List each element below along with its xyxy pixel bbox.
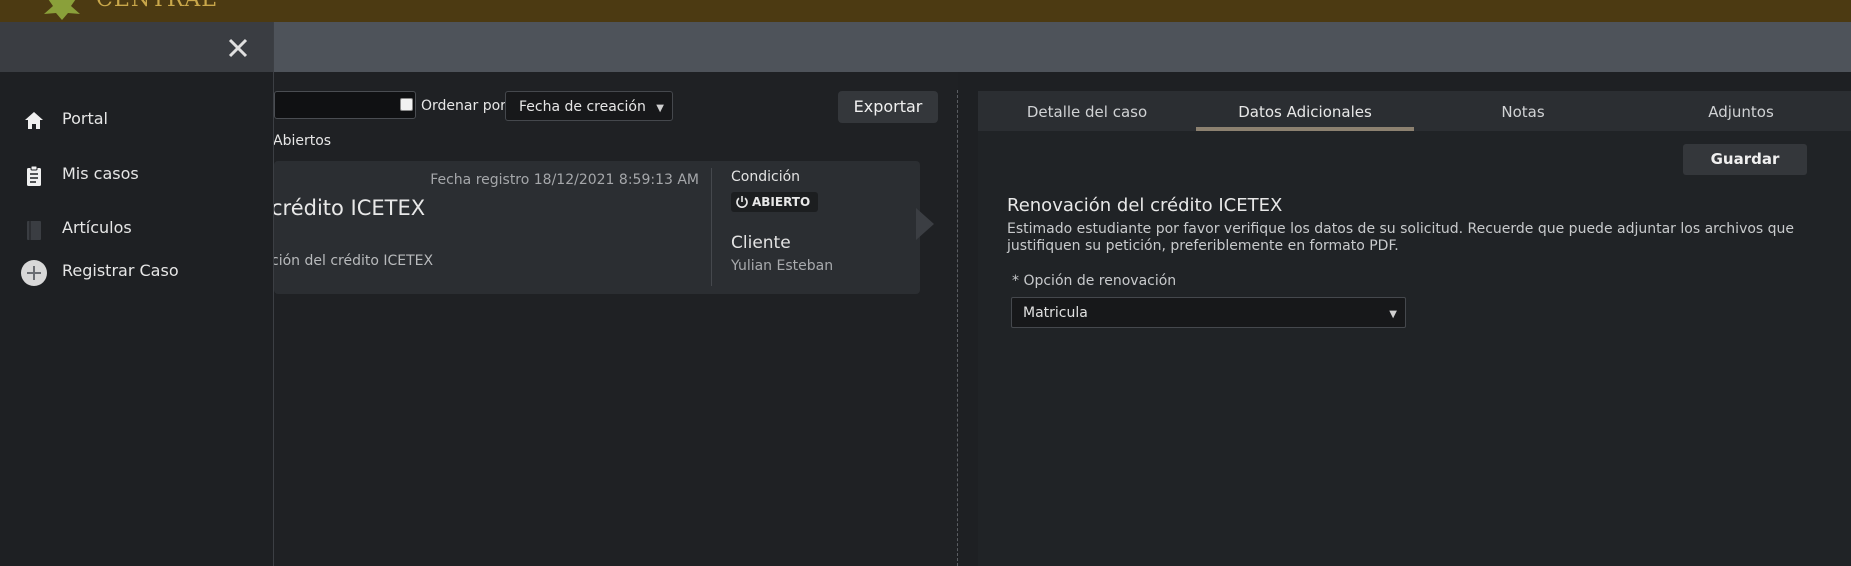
renewal-option-select[interactable]: Matricula ▼ bbox=[1011, 297, 1406, 328]
filter-label[interactable]: Abiertos bbox=[273, 133, 331, 149]
home-icon bbox=[25, 112, 43, 129]
tab-adjuntos[interactable]: Adjuntos bbox=[1632, 91, 1850, 131]
select-all-checkbox[interactable] bbox=[400, 98, 413, 111]
sort-label: Ordenar por bbox=[421, 98, 506, 114]
panel-divider bbox=[957, 90, 958, 566]
case-card[interactable]: Fecha registro 18/12/2021 8:59:13 AM cré… bbox=[271, 161, 920, 294]
case-description: ción del crédito ICETEX bbox=[271, 253, 434, 269]
export-button[interactable]: Exportar bbox=[838, 91, 938, 123]
status-badge: ABIERTO bbox=[731, 192, 819, 212]
form-title: Renovación del crédito ICETEX bbox=[1007, 195, 1283, 216]
nav-item-label: Registrar Caso bbox=[62, 261, 179, 280]
side-nav: Portal Mis casos Artículos Registrar Cas… bbox=[0, 22, 274, 566]
form-description: Estimado estudiante por favor verifique … bbox=[1007, 221, 1795, 254]
logo-text: CENTRAL bbox=[96, 0, 217, 12]
case-date: Fecha registro 18/12/2021 8:59:13 AM bbox=[430, 172, 699, 188]
status-text: ABIERTO bbox=[752, 195, 811, 209]
nav-item-registrar-caso[interactable]: Registrar Caso bbox=[0, 251, 273, 291]
sort-select[interactable]: Fecha de creación ▼ bbox=[505, 91, 673, 121]
renewal-option-label: * Opción de renovación bbox=[1012, 273, 1177, 289]
top-banner: CENTRAL bbox=[0, 0, 1851, 22]
renewal-option-value: Matricula bbox=[1023, 305, 1088, 321]
chevron-down-icon: ▼ bbox=[656, 103, 664, 114]
nav-item-portal[interactable]: Portal bbox=[0, 99, 273, 139]
sort-select-value: Fecha de creación bbox=[519, 99, 646, 115]
tab-datos-adicionales[interactable]: Datos Adicionales bbox=[1196, 91, 1414, 131]
header-bar bbox=[0, 22, 1851, 72]
case-list-area bbox=[274, 72, 958, 566]
clipboard-icon bbox=[27, 165, 41, 186]
logo-icon bbox=[44, 0, 80, 20]
nav-item-label: Mis casos bbox=[62, 164, 139, 183]
nav-item-articulos[interactable]: Artículos bbox=[0, 208, 273, 248]
nav-item-label: Portal bbox=[62, 109, 108, 128]
power-icon bbox=[736, 196, 748, 208]
card-arrow-icon bbox=[916, 208, 934, 240]
nav-item-label: Artículos bbox=[62, 218, 132, 237]
active-tab-indicator bbox=[1196, 127, 1414, 131]
condition-label: Condición bbox=[731, 169, 801, 185]
side-nav-header bbox=[0, 22, 273, 72]
save-button[interactable]: Guardar bbox=[1683, 144, 1807, 175]
search-input[interactable] bbox=[274, 91, 416, 119]
case-detail-panel: Detalle del caso Datos Adicionales Notas… bbox=[978, 91, 1851, 566]
client-name: Yulian Esteban bbox=[731, 258, 834, 274]
nav-item-mis-casos[interactable]: Mis casos bbox=[0, 154, 273, 194]
client-label: Cliente bbox=[731, 233, 791, 253]
tab-detalle[interactable]: Detalle del caso bbox=[978, 91, 1196, 131]
plus-circle-icon bbox=[21, 260, 47, 286]
tab-notas[interactable]: Notas bbox=[1414, 91, 1632, 131]
detail-tabs: Detalle del caso Datos Adicionales Notas… bbox=[978, 91, 1851, 131]
case-title: crédito ICETEX bbox=[271, 196, 426, 220]
card-divider bbox=[711, 168, 712, 286]
book-icon bbox=[27, 221, 41, 240]
close-icon[interactable] bbox=[224, 34, 252, 62]
chevron-down-icon: ▼ bbox=[1389, 309, 1397, 320]
